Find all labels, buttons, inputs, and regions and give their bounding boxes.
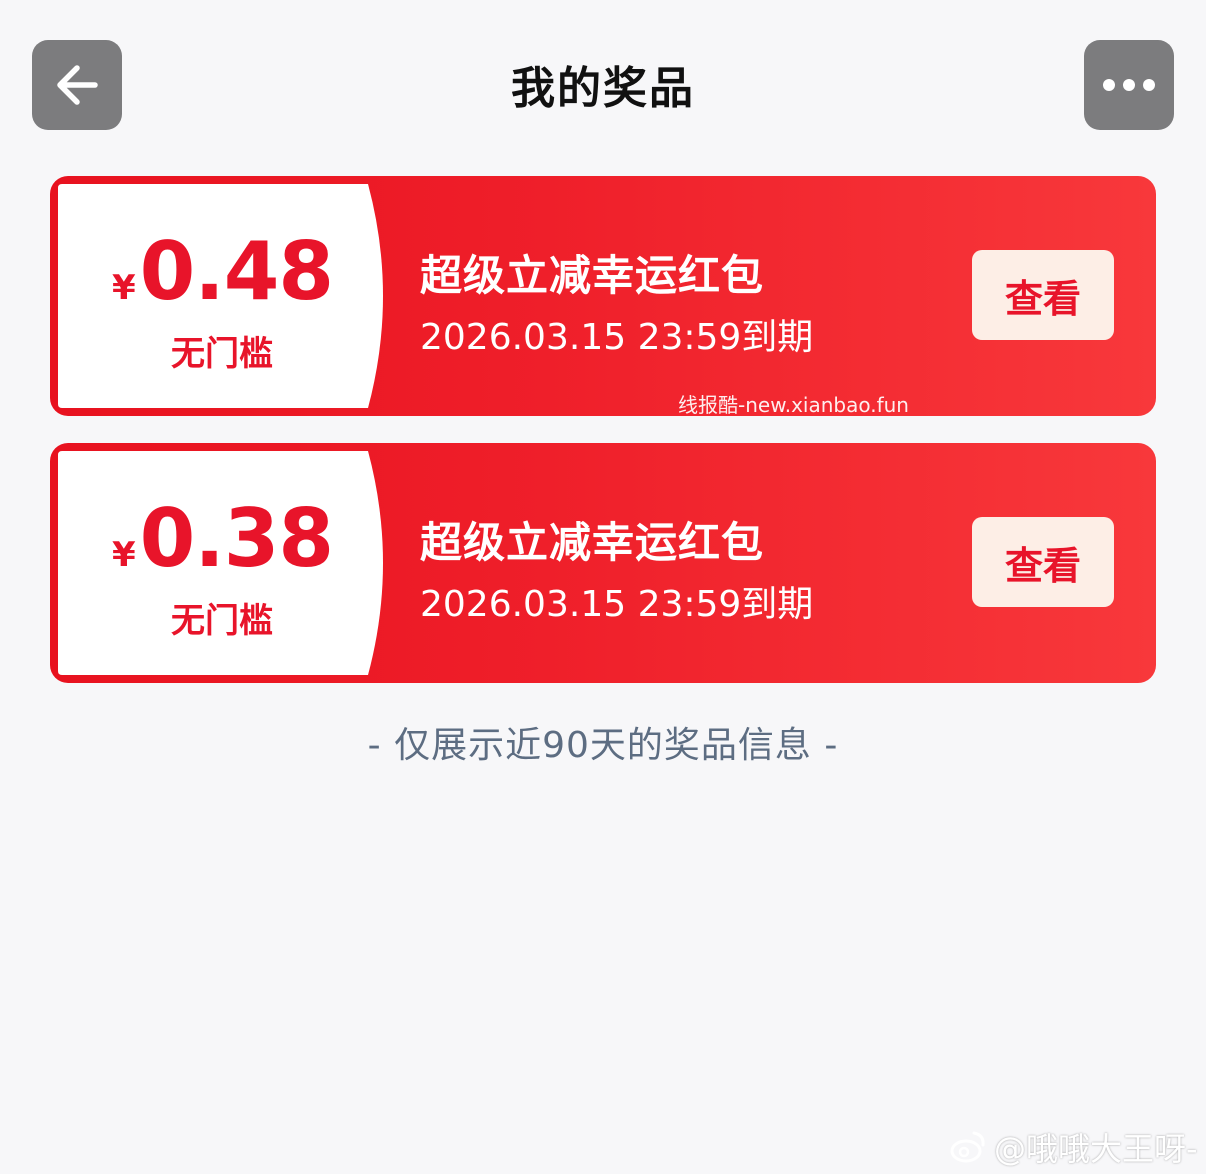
site-watermark: 线报酷-new.xianbao.fun [678,393,909,417]
prize-amount-row: ¥ 0.38 [112,499,352,579]
view-button[interactable]: 查看 [972,250,1114,340]
prize-name: 超级立减幸运红包 [420,518,765,567]
prize-amount-panel: ¥ 0.38 无门槛 [50,443,390,683]
prize-expiry: 2026.03.15 23:59到期 [420,317,814,358]
prize-amount: 0.48 [139,225,334,318]
prize-amount-panel: ¥ 0.48 无门槛 [50,176,390,416]
prize-amount: 0.38 [139,492,334,585]
prize-threshold: 无门槛 [171,601,273,641]
currency-symbol: ¥ [112,268,136,308]
prize-name: 超级立减幸运红包 [420,251,765,300]
page-title: 我的奖品 [511,63,695,114]
prize-threshold: 无门槛 [171,334,273,374]
more-horizontal-icon [1103,79,1155,91]
author-watermark: @哦哦大王呀- [948,1124,1198,1170]
footer-note: - 仅展示近90天的奖品信息 - [367,725,839,766]
weibo-icon [950,1131,985,1163]
author-watermark-text: @哦哦大王呀- [994,1130,1198,1168]
prize-amount-row: ¥ 0.48 [112,232,352,312]
currency-symbol: ¥ [112,535,136,575]
prize-card[interactable]: ¥ 0.48 无门槛 超级立减幸运红包 2026.03.15 23:59到期 查… [50,176,1156,416]
prize-expiry: 2026.03.15 23:59到期 [420,584,814,625]
more-button[interactable] [1084,40,1174,130]
view-button[interactable]: 查看 [972,517,1114,607]
prize-card[interactable]: ¥ 0.38 无门槛 超级立减幸运红包 2026.03.15 23:59到期 查… [50,443,1156,683]
top-nav-bar: 我的奖品 [0,0,1206,170]
